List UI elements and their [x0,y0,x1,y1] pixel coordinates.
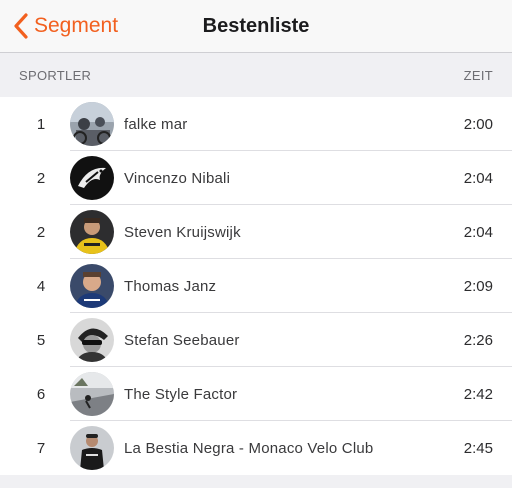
avatar[interactable] [70,318,114,362]
rank: 2 [36,169,46,187]
rank: 2 [36,223,46,241]
leaderboard-list: 1 falke mar 2:00 2 Vincenzo Nibali 2:04 … [0,97,512,475]
avatar[interactable] [70,264,114,308]
athlete-name: La Bestia Negra - Monaco Velo Club [124,439,374,457]
avatar-photo-icon [70,102,114,146]
back-button[interactable]: Segment [12,0,118,52]
athlete-time: 2:04 [463,223,493,241]
athlete-time: 2:00 [463,115,493,133]
avatar[interactable] [70,426,114,470]
chevron-left-icon [14,13,28,39]
leaderboard-row[interactable]: 2 Steven Kruijswijk 2:04 [0,205,512,259]
avatar[interactable] [70,372,114,416]
avatar-photo-icon [70,426,114,470]
athlete-name: Thomas Janz [124,277,217,295]
rank: 5 [36,331,46,349]
athlete-column-header: SPORTLER [19,67,92,83]
athlete-time: 2:04 [463,169,493,187]
shark-logo-icon [70,156,114,200]
athlete-time: 2:42 [463,385,493,403]
athlete-name: Steven Kruijswijk [124,223,241,241]
leaderboard-row[interactable]: 1 falke mar 2:00 [0,97,512,151]
leaderboard-row[interactable]: 7 La Bestia Negra - Monaco Velo Club 2:4… [0,421,512,475]
avatar-photo-icon [70,372,114,416]
avatar-photo-icon [70,318,114,362]
athlete-time: 2:26 [463,331,493,349]
athlete-name: The Style Factor [124,385,238,403]
leaderboard-row[interactable]: 2 Vincenzo Nibali 2:04 [0,151,512,205]
avatar-photo-icon [70,210,114,254]
leaderboard-row[interactable]: 6 The Style Factor 2:42 [0,367,512,421]
athlete-name: Stefan Seebauer [124,331,240,349]
rank: 4 [36,277,46,295]
navigation-bar: Segment Bestenliste [0,0,512,53]
athlete-time: 2:45 [463,439,493,457]
avatar[interactable] [70,102,114,146]
avatar-photo-icon [70,264,114,308]
back-label: Segment [34,14,119,37]
time-column-header: ZEIT [463,67,493,83]
athlete-name: Vincenzo Nibali [124,169,231,187]
avatar[interactable] [70,156,114,200]
athlete-time: 2:09 [463,277,493,295]
athlete-name: falke mar [124,115,188,133]
rank: 6 [36,385,46,403]
rank: 7 [36,439,46,457]
leaderboard-header: SPORTLER ZEIT [0,53,512,97]
rank: 1 [36,115,46,133]
leaderboard-row[interactable]: 4 Thomas Janz 2:09 [0,259,512,313]
avatar[interactable] [70,210,114,254]
leaderboard-row[interactable]: 5 Stefan Seebauer 2:26 [0,313,512,367]
